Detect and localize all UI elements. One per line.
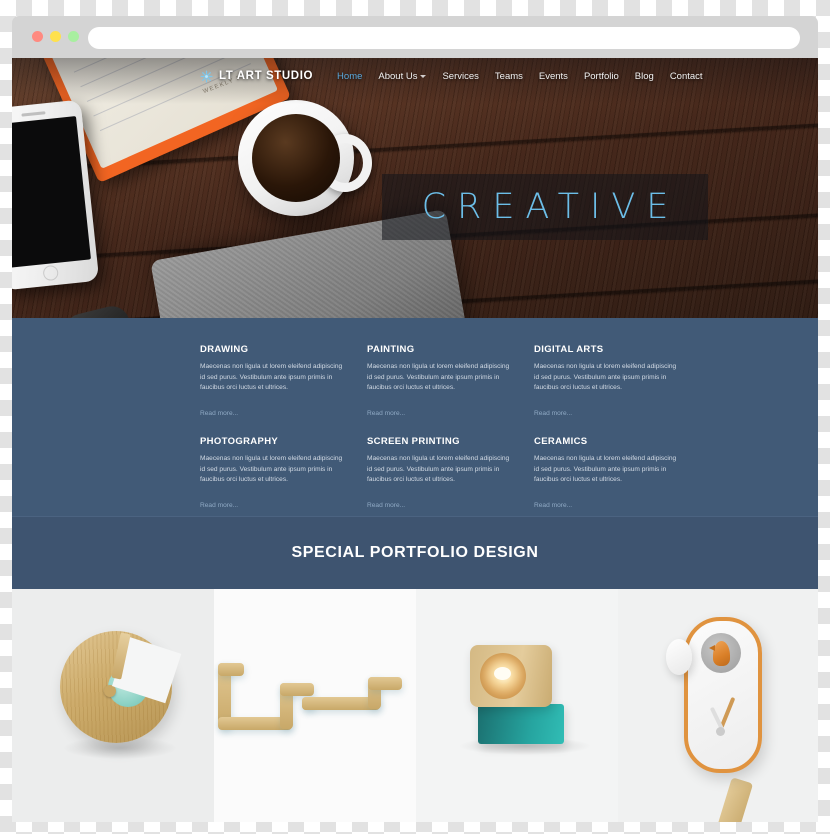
services-grid: DRAWING Maecenas non ligula ut lorem ele…: [200, 344, 680, 512]
services-section: DRAWING Maecenas non ligula ut lorem ele…: [12, 318, 818, 516]
clock-center-pin: [716, 727, 725, 736]
portfolio-tile-wooden-lamp[interactable]: [416, 589, 618, 822]
portfolio-heading-band: SPECIAL PORTFOLIO DESIGN: [12, 516, 818, 589]
lamp-bulb: [494, 667, 511, 680]
teal-block: [478, 704, 564, 744]
window-controls: [32, 31, 79, 42]
read-more-link[interactable]: Read more...: [367, 410, 405, 417]
coffee-liquid: [252, 114, 340, 202]
nav-item-label: Contact: [669, 70, 703, 82]
nav-item-teams[interactable]: Teams: [495, 71, 523, 82]
service-title: PHOTOGRAPHY: [200, 436, 279, 448]
phone-speaker: [21, 111, 46, 117]
coffee-cup-image: [238, 100, 372, 216]
cuckoo-clock-body: [666, 617, 762, 773]
nav-item-label: Portfolio: [583, 70, 619, 82]
portfolio-tile-wooden-zigzag-rail[interactable]: [214, 589, 416, 822]
nav-item-events[interactable]: Events: [539, 71, 568, 82]
service-card-drawing: DRAWING Maecenas non ligula ut lorem ele…: [200, 344, 345, 420]
phone-screen: [12, 116, 91, 269]
service-description: Maecenas non ligula ut lorem eleifend ad…: [534, 455, 677, 484]
service-title: CERAMICS: [534, 436, 588, 448]
service-description: Maecenas non ligula ut lorem eleifend ad…: [200, 455, 343, 484]
service-description: Maecenas non ligula ut lorem eleifend ad…: [367, 363, 510, 392]
service-card-photography: PHOTOGRAPHY Maecenas non ligula ut lorem…: [200, 436, 345, 512]
hero-headline-band: CREATIVE: [382, 174, 708, 240]
chevron-down-icon: [420, 74, 427, 78]
service-card-painting: PAINTING Maecenas non ligula ut lorem el…: [367, 344, 512, 420]
service-title: DRAWING: [200, 344, 249, 355]
wooden-leg: [712, 777, 754, 822]
browser-chrome: [12, 16, 818, 58]
portfolio-gallery: [12, 589, 818, 822]
main-navigation: Home About Us Services Teams Events Port…: [337, 71, 703, 82]
bird-figure: [709, 641, 730, 666]
nav-item-portfolio[interactable]: Portfolio: [584, 71, 619, 82]
maximize-window-button[interactable]: [68, 31, 79, 42]
bird-beak: [709, 645, 715, 651]
nav-item-contact[interactable]: Contact: [670, 71, 703, 82]
nav-item-label: Blog: [634, 70, 654, 82]
service-card-screen-printing: SCREEN PRINTING Maecenas non ligula ut l…: [367, 436, 512, 512]
wooden-lamp-body: [470, 645, 552, 707]
brand-name: LT ART STUDIO: [219, 70, 314, 82]
portfolio-tile-cuckoo-clock[interactable]: [618, 589, 818, 822]
portfolio-tile-wooden-tape-dispenser[interactable]: [12, 589, 214, 822]
pendulum-disc: [666, 639, 692, 675]
read-more-link[interactable]: Read more...: [200, 502, 238, 509]
bird-niche: [701, 633, 741, 673]
snowflake-icon: [200, 69, 213, 83]
brand-logo[interactable]: LT ART STUDIO: [200, 69, 314, 83]
service-description: Maecenas non ligula ut lorem eleifend ad…: [200, 363, 343, 392]
service-description: Maecenas non ligula ut lorem eleifend ad…: [367, 455, 510, 484]
page-viewport: WEEKLY PLAN CREATIVE: [12, 58, 818, 822]
close-window-button[interactable]: [32, 31, 43, 42]
nav-item-home[interactable]: Home: [337, 71, 362, 82]
nav-item-label: Teams: [494, 70, 523, 82]
nav-item-label: About Us: [378, 70, 418, 82]
read-more-link[interactable]: Read more...: [534, 502, 572, 509]
address-bar-value: [88, 27, 800, 35]
read-more-link[interactable]: Read more...: [200, 410, 238, 417]
nav-item-label: Services: [442, 70, 479, 82]
read-more-link[interactable]: Read more...: [367, 502, 405, 509]
service-card-digital-arts: DIGITAL ARTS Maecenas non ligula ut lore…: [534, 344, 679, 420]
screenshot-canvas: WEEKLY PLAN CREATIVE: [0, 0, 830, 834]
nav-item-services[interactable]: Services: [442, 71, 478, 82]
minimize-window-button[interactable]: [50, 31, 61, 42]
service-title: SCREEN PRINTING: [367, 436, 460, 448]
phone-home-button: [42, 264, 59, 282]
nav-item-label: Home: [337, 70, 363, 82]
hero-section: WEEKLY PLAN CREATIVE: [12, 58, 818, 318]
service-description: Maecenas non ligula ut lorem eleifend ad…: [534, 363, 677, 392]
service-title: DIGITAL ARTS: [534, 344, 604, 355]
site-header: LT ART STUDIO Home About Us Services Tea…: [12, 58, 818, 94]
nav-item-label: Events: [538, 70, 568, 82]
service-title: PAINTING: [367, 344, 415, 355]
address-bar[interactable]: [88, 27, 800, 49]
hero-headline: CREATIVE: [421, 187, 680, 227]
read-more-link[interactable]: Read more...: [534, 410, 572, 417]
service-card-ceramics: CERAMICS Maecenas non ligula ut lorem el…: [534, 436, 679, 512]
portfolio-heading: SPECIAL PORTFOLIO DESIGN: [291, 544, 539, 561]
nav-item-about-us[interactable]: About Us: [378, 70, 427, 82]
nav-item-blog[interactable]: Blog: [635, 71, 654, 82]
